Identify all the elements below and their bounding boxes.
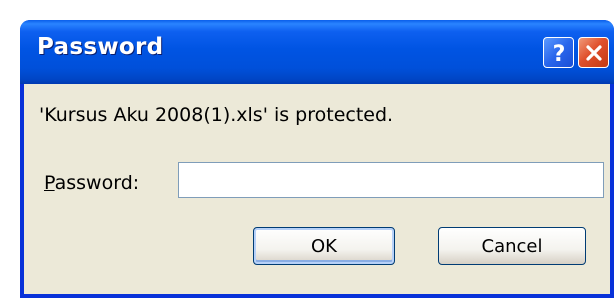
svg-text:?: ? xyxy=(552,42,565,65)
ok-button-label: OK xyxy=(311,235,337,257)
help-button[interactable]: ? xyxy=(543,37,574,68)
title-bar[interactable]: Password ? xyxy=(20,20,614,84)
screen: Password ? 'Kursus Aku 2008(1).xls' is p… xyxy=(0,0,614,306)
cancel-button[interactable]: Cancel xyxy=(438,227,586,265)
close-button[interactable] xyxy=(578,37,609,68)
password-dialog: Password ? 'Kursus Aku 2008(1).xls' is p… xyxy=(20,20,614,298)
ok-button[interactable]: OK xyxy=(253,227,395,265)
password-label: Password: xyxy=(44,172,139,194)
dialog-title: Password xyxy=(37,34,164,60)
password-input[interactable] xyxy=(178,162,604,198)
close-icon xyxy=(585,44,602,61)
cancel-button-label: Cancel xyxy=(481,235,543,257)
protected-message: 'Kursus Aku 2008(1).xls' is protected. xyxy=(39,104,394,126)
password-label-rest: assword: xyxy=(54,172,140,194)
help-icon: ? xyxy=(552,42,565,65)
dialog-body: 'Kursus Aku 2008(1).xls' is protected. P… xyxy=(24,84,610,294)
password-label-mnemonic: P xyxy=(44,172,55,194)
